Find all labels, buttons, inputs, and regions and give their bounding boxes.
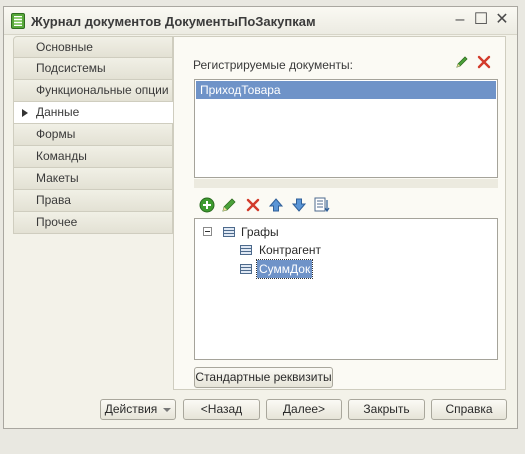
tab-data[interactable]: Данные bbox=[13, 102, 174, 124]
tab-subsystems[interactable]: Подсистемы bbox=[13, 58, 173, 80]
section-tabs: Основные Подсистемы Функциональные опции… bbox=[13, 36, 174, 234]
title-bar: Журнал документов ДокументыПоЗакупкам – … bbox=[4, 7, 517, 35]
tab-label: Функциональные опции bbox=[36, 83, 169, 97]
tree-node-label-selected: СуммДок bbox=[255, 259, 314, 279]
registered-documents-list[interactable]: ПриходТовара bbox=[194, 79, 498, 178]
edit-pencil-icon[interactable] bbox=[220, 196, 238, 214]
tab-functional-options[interactable]: Функциональные опции bbox=[13, 80, 173, 102]
table-icon bbox=[240, 264, 252, 274]
tree-node-label: Контрагент bbox=[259, 243, 322, 257]
tree-node-row[interactable]: СуммДок bbox=[240, 259, 360, 279]
window-title: Журнал документов ДокументыПоЗакупкам bbox=[31, 14, 316, 29]
tab-label: Прочее bbox=[36, 215, 78, 229]
tree-root-row[interactable]: Графы bbox=[203, 223, 323, 241]
app-document-icon bbox=[11, 13, 25, 29]
tab-forms[interactable]: Формы bbox=[13, 124, 173, 146]
tree-node-label: Графы bbox=[241, 225, 279, 239]
standard-attributes-button[interactable]: Стандартные реквизиты bbox=[194, 367, 333, 388]
next-button[interactable]: Далее> bbox=[266, 399, 342, 420]
tab-label: Подсистемы bbox=[36, 61, 106, 75]
tab-templates[interactable]: Макеты bbox=[13, 168, 173, 190]
tree-node-row[interactable]: Контрагент bbox=[240, 241, 360, 259]
data-panel: Регистрируемые документы: ПриходТовара Г… bbox=[173, 36, 506, 390]
actions-label: Действия bbox=[104, 402, 158, 416]
registered-documents-label: Регистрируемые документы: bbox=[193, 58, 353, 72]
table-icon bbox=[223, 227, 235, 237]
columns-tree: Графы Контрагент СуммДок bbox=[194, 218, 498, 360]
tab-main[interactable]: Основные bbox=[13, 36, 173, 58]
splitter[interactable] bbox=[194, 179, 498, 188]
tab-rights[interactable]: Права bbox=[13, 190, 173, 212]
active-tab-arrow-icon bbox=[22, 109, 28, 117]
delete-icon[interactable] bbox=[244, 196, 262, 214]
tab-other[interactable]: Прочее bbox=[13, 212, 173, 234]
delete-icon[interactable] bbox=[476, 54, 492, 70]
table-icon bbox=[240, 245, 252, 255]
close-dialog-button[interactable]: Закрыть bbox=[348, 399, 425, 420]
move-up-icon[interactable] bbox=[267, 196, 285, 214]
collapse-icon[interactable] bbox=[203, 227, 212, 236]
tab-label: Команды bbox=[36, 149, 87, 163]
tab-label: Права bbox=[36, 193, 71, 207]
tab-label: Макеты bbox=[36, 171, 79, 185]
actions-dropdown-button[interactable]: Действия bbox=[100, 399, 176, 420]
add-icon[interactable] bbox=[198, 196, 216, 214]
minimize-button[interactable]: – bbox=[450, 10, 470, 30]
back-button[interactable]: <Назад bbox=[183, 399, 260, 420]
move-down-icon[interactable] bbox=[290, 196, 308, 214]
list-item[interactable]: ПриходТовара bbox=[196, 81, 496, 99]
edit-pencil-icon[interactable] bbox=[454, 54, 470, 70]
tab-label: Основные bbox=[36, 40, 93, 54]
maximize-button[interactable]: ☐ bbox=[471, 10, 491, 30]
close-button[interactable]: ✕ bbox=[492, 10, 512, 30]
tab-label: Данные bbox=[36, 105, 80, 119]
tab-label: Формы bbox=[36, 127, 76, 141]
chevron-down-icon bbox=[163, 407, 172, 412]
help-button[interactable]: Справка bbox=[431, 399, 507, 420]
tab-commands[interactable]: Команды bbox=[13, 146, 173, 168]
sort-list-icon[interactable] bbox=[313, 196, 331, 214]
